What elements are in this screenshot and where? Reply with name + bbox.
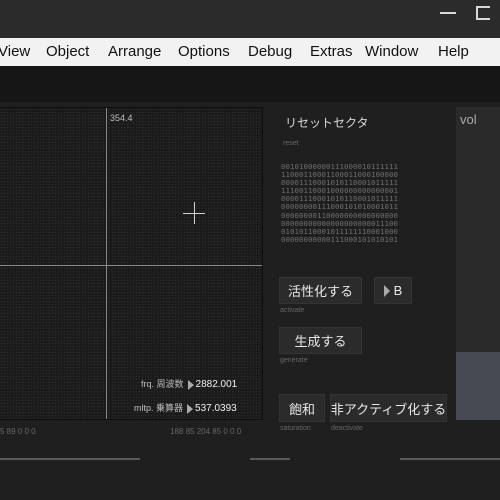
menu-extras[interactable]: Extras [310, 43, 353, 60]
toolbar [0, 66, 500, 103]
menu-arrange[interactable]: Arrange [108, 43, 161, 60]
window-titlebar [0, 0, 500, 38]
saturation-button[interactable]: 飽和 [279, 394, 325, 422]
patch-cable [250, 458, 290, 460]
b-label: B [393, 283, 403, 298]
scope-vertical-axis [106, 108, 107, 419]
scope-coordinate-label: 354.4 [110, 113, 133, 123]
patch-cable [0, 458, 140, 460]
frq-param: frq. 周波数 2882.001 [141, 377, 237, 390]
menu-view[interactable]: View [0, 43, 30, 60]
arrow-icon [383, 284, 390, 297]
menu-options[interactable]: Options [178, 43, 230, 60]
patch-cable [400, 458, 500, 460]
activate-label: 活性化する [287, 284, 353, 299]
menu-object[interactable]: Object [46, 43, 89, 60]
patch-cables [0, 455, 500, 465]
reset-sector-subtitle: reset [283, 140, 299, 147]
generate-sublabel: generate [280, 357, 308, 364]
saturation-sublabel: saturation [280, 425, 311, 432]
maximize-icon[interactable] [476, 6, 490, 20]
reset-sector-title: リセットセクタ [285, 116, 369, 130]
activate-button[interactable]: 活性化する [279, 277, 362, 304]
mltp-number-box[interactable]: 537.0393 [195, 403, 237, 414]
menu-debug[interactable]: Debug [248, 43, 292, 60]
bit-row: 00000000000111000101010101 [281, 234, 398, 244]
deactivate-button[interactable]: 非アクティブ化する [330, 394, 447, 422]
deactivate-label: 非アクティブ化する [330, 401, 447, 417]
crosshair-vertical [194, 202, 195, 224]
frq-number-box[interactable]: 2882.001 [196, 379, 238, 390]
volume-slider-fill [456, 352, 500, 420]
frq-label: frq. 周波数 [141, 379, 184, 389]
number-arrow-icon [187, 403, 194, 414]
volume-slider[interactable] [456, 137, 500, 420]
menubar: View Object Arrange Options Debug Extras… [0, 38, 500, 66]
menu-window[interactable]: Window [365, 43, 418, 60]
saturation-label: 飽和 [288, 401, 315, 417]
deactivate-sublabel: deactivate [331, 425, 363, 432]
menu-help[interactable]: Help [438, 43, 469, 60]
xy-scope-display[interactable]: 354.4 frq. 周波数 2882.001 mltp. 乗算器 537.0393 [0, 107, 263, 420]
generate-label: 生成する [294, 334, 347, 349]
minimize-icon[interactable] [440, 12, 456, 14]
bit-matrix[interactable]: 00101000000111000010111111 1100011000110… [281, 162, 439, 244]
scope-footer-right: 188 85 204 85 0 0 0 [170, 427, 242, 436]
volume-panel: vol [456, 107, 500, 420]
activate-sublabel: activate [280, 307, 305, 314]
scope-footer-left: 5 89 0 0 0 [0, 427, 36, 436]
volume-label: vol [460, 112, 477, 127]
mltp-label: mltp. 乗算器 [134, 403, 184, 413]
mltp-param: mltp. 乗算器 537.0393 [134, 401, 237, 414]
number-arrow-icon [187, 379, 194, 390]
generate-button[interactable]: 生成する [279, 327, 362, 354]
scope-horizontal-axis [0, 265, 262, 266]
b-toggle[interactable]: B [374, 277, 412, 304]
